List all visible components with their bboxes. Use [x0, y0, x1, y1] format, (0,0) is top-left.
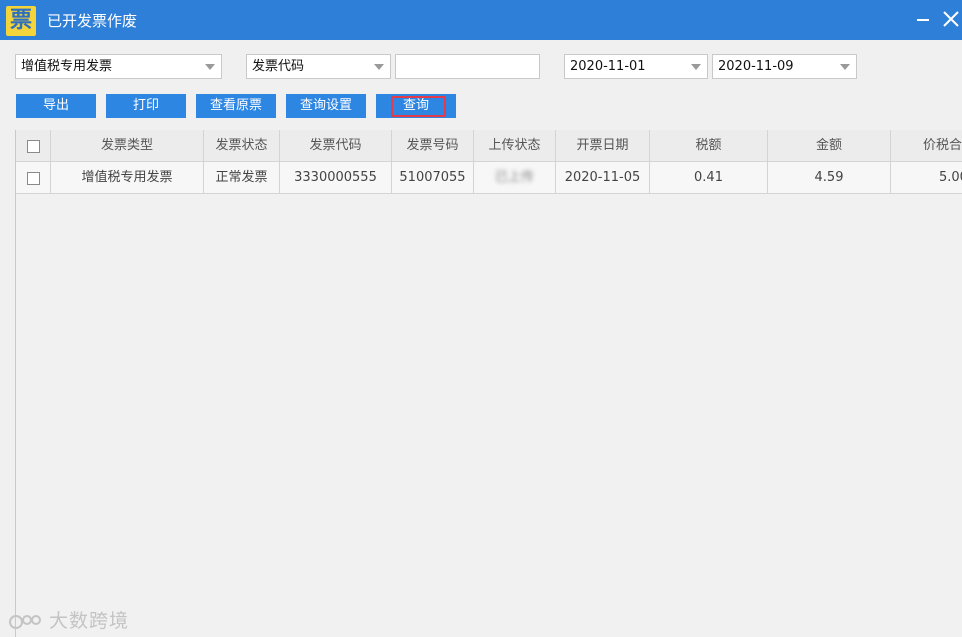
invoice-type-cell: 增值税专用发票 [51, 162, 204, 194]
query-button[interactable]: 查询 [376, 94, 456, 118]
column-header[interactable]: 金额 [768, 130, 891, 162]
invoice-table: 发票类型 发票状态 发票代码 发票号码 上传状态 开票日期 税额 金额 价税合计… [15, 130, 962, 637]
tax-amount-cell: 0.41 [650, 162, 768, 194]
invoice-code-cell: 3330000555 [280, 162, 392, 194]
query-settings-button[interactable]: 查询设置 [286, 94, 366, 118]
minimize-icon[interactable] [912, 8, 934, 30]
row-checkbox[interactable] [26, 172, 40, 185]
search-input[interactable] [395, 54, 540, 79]
upload-status-value: 已上传 [494, 170, 534, 185]
invoice-number-cell: 51007055 [392, 162, 474, 194]
watermark-logo-icon [9, 614, 41, 629]
close-icon[interactable] [940, 8, 962, 30]
chevron-down-icon [691, 64, 701, 70]
date-from-value: 2020-11-01 [570, 59, 646, 74]
invoice-app-icon: 票 [6, 6, 36, 36]
watermark-text: 大数跨境 [49, 610, 130, 632]
search-field-select[interactable]: 发票代码 [246, 54, 391, 79]
chevron-down-icon [840, 64, 850, 70]
column-header[interactable]: 税额 [650, 130, 768, 162]
date-from-picker[interactable]: 2020-11-01 [564, 54, 708, 79]
window-title: 已开发票作废 [47, 12, 138, 30]
issue-date-cell: 2020-11-05 [556, 162, 650, 194]
invoice-type-select[interactable]: 增值税专用发票 [15, 54, 222, 79]
date-to-picker[interactable]: 2020-11-09 [712, 54, 857, 79]
total-cell: 5.00 [891, 162, 962, 194]
title-bar: 票 已开发票作废 [0, 0, 962, 40]
export-button[interactable]: 导出 [16, 94, 96, 118]
column-header[interactable]: 发票类型 [51, 130, 204, 162]
date-to-value: 2020-11-09 [718, 59, 794, 74]
view-original-button[interactable]: 查看原票 [196, 94, 276, 118]
column-header[interactable]: 价税合计 [891, 130, 962, 162]
amount-cell: 4.59 [768, 162, 891, 194]
search-field-value: 发票代码 [252, 59, 305, 74]
chevron-down-icon [374, 64, 384, 70]
column-header[interactable]: 开票日期 [556, 130, 650, 162]
column-header[interactable]: 发票状态 [204, 130, 280, 162]
invoice-type-value: 增值税专用发票 [21, 59, 113, 74]
print-button[interactable]: 打印 [106, 94, 186, 118]
invoice-status-cell: 正常发票 [204, 162, 280, 194]
column-header[interactable]: 发票代码 [280, 130, 392, 162]
column-header[interactable]: 发票号码 [392, 130, 474, 162]
select-all-checkbox[interactable] [26, 140, 40, 153]
column-header[interactable]: 上传状态 [474, 130, 556, 162]
watermark: 大数跨境 [8, 606, 129, 633]
row-checkbox-cell[interactable] [16, 162, 51, 194]
focus-ring [391, 96, 446, 117]
upload-status-cell: 已上传 [474, 162, 556, 194]
chevron-down-icon [205, 64, 215, 70]
select-all-cell[interactable] [16, 130, 51, 162]
